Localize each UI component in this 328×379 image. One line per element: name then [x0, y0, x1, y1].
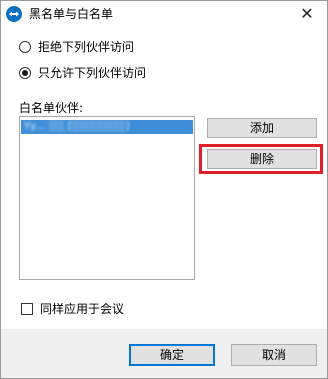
radio-deny-label: 拒绝下列伙伴访问 — [38, 40, 135, 54]
checkbox[interactable] — [21, 302, 33, 315]
partner-entry-text: Yy… ░░ [░░░░░░░] — [24, 121, 130, 132]
close-icon[interactable]: ✕ — [297, 4, 317, 24]
delete-button[interactable]: 删除 — [207, 149, 317, 169]
ok-button[interactable]: 确定 — [129, 344, 215, 366]
radio-button-checked[interactable] — [19, 67, 31, 79]
add-button[interactable]: 添加 — [207, 118, 317, 138]
window-title: 黑名单与白名单 — [29, 7, 114, 21]
apply-to-meetings-label: 同样应用于会议 — [40, 302, 125, 316]
radio-button[interactable] — [19, 41, 31, 53]
whitelist-label: 白名单伙伴: — [19, 101, 84, 115]
radio-deny-listed[interactable]: 拒绝下列伙伴访问 — [19, 39, 134, 55]
apply-to-meetings-option[interactable]: 同样应用于会议 — [21, 300, 124, 317]
radio-allow-listed-only[interactable]: 只允许下列伙伴访问 — [19, 65, 146, 81]
radio-allow-label: 只允许下列伙伴访问 — [38, 66, 147, 80]
teamviewer-icon — [6, 6, 22, 22]
title-bar: 黑名单与白名单 ✕ — [1, 1, 327, 27]
cancel-button[interactable]: 取消 — [231, 344, 317, 366]
list-item[interactable]: Yy… ░░ [░░░░░░░] — [21, 120, 193, 134]
blacklist-whitelist-dialog: 黑名单与白名单 ✕ 拒绝下列伙伴访问 只允许下列伙伴访问 白名单伙伴: Yy… … — [0, 0, 328, 379]
whitelist-partners-list[interactable]: Yy… ░░ [░░░░░░░] — [19, 116, 195, 280]
